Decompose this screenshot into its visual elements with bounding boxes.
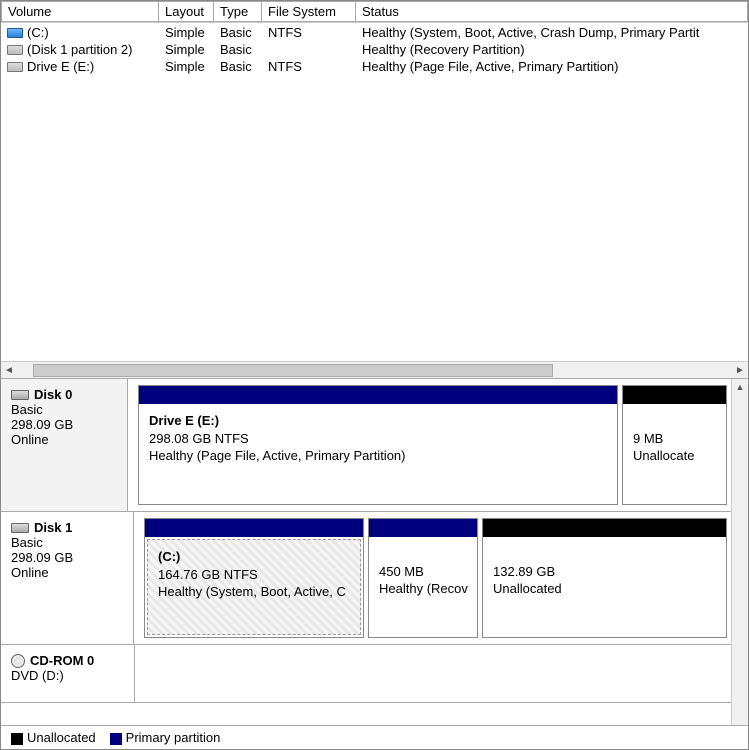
disk-row: Disk 1Basic298.09 GBOnline (C:) 164.76 GB … (1, 512, 731, 645)
disk-row: Disk 0Basic298.09 GBOnline Drive E (E:) 29… (1, 379, 731, 512)
partition-status: Healthy (Recov (379, 581, 468, 596)
disk-label[interactable]: CD-ROM 0DVD (D:) (1, 645, 135, 702)
volume-fs (262, 42, 356, 57)
volume-type: Basic (214, 25, 262, 40)
disk-row: CD-ROM 0DVD (D:) (1, 645, 731, 703)
legend: Unallocated Primary partition (1, 725, 748, 749)
disk-label[interactable]: Disk 0Basic298.09 GBOnline (1, 379, 128, 511)
partition-bar (483, 519, 726, 537)
vertical-scrollbar[interactable]: ▲ (731, 379, 748, 725)
disk-size: 298.09 GB (11, 550, 123, 565)
disk-partitions (135, 645, 731, 702)
disk-graphical-view[interactable]: Disk 0Basic298.09 GBOnlineDrive E (E:)29… (1, 379, 731, 725)
partition-block[interactable]: (C:) 164.76 GB NTFS Healthy (System, Boot,… (144, 518, 364, 638)
disk-name: Disk 0 (34, 387, 72, 402)
col-type[interactable]: Type (214, 1, 262, 22)
partition-block[interactable]: 450 MB Healthy (Recov (368, 518, 478, 638)
volume-row[interactable]: Drive E (E:) SimpleBasicNTFSHealthy (Page… (1, 58, 748, 75)
partition-bar (623, 386, 726, 404)
disk-name: CD-ROM 0 (30, 653, 94, 668)
swatch-unallocated (11, 733, 23, 745)
partition-icon (7, 45, 23, 55)
legend-unallocated: Unallocated (11, 730, 96, 745)
volume-row[interactable]: (Disk 1 partition 2) SimpleBasic Healthy (… (1, 41, 748, 58)
col-status[interactable]: Status (356, 1, 748, 22)
col-layout[interactable]: Layout (159, 1, 214, 22)
volume-layout: Simple (159, 42, 214, 57)
volume-type: Basic (214, 42, 262, 57)
partition-bar (369, 519, 477, 537)
swatch-primary (110, 733, 122, 745)
disk-partitions: (C:) 164.76 GB NTFS Healthy (System, Boot,… (134, 512, 731, 644)
partition-icon (7, 62, 23, 72)
partition-bar (145, 519, 363, 537)
volume-fs: NTFS (262, 59, 356, 74)
partition-block[interactable]: 132.89 GB Unallocated (482, 518, 727, 638)
col-filesystem[interactable]: File System (262, 1, 356, 22)
disk-size: 298.09 GB (11, 417, 117, 432)
partition-size: 450 MB (379, 564, 424, 579)
volume-layout: Simple (159, 59, 214, 74)
disk-type: Basic (11, 402, 117, 417)
partition-size: 132.89 GB (493, 564, 555, 579)
volume-list-header: Volume Layout Type File System Status (1, 1, 748, 23)
scroll-right-icon[interactable]: ► (732, 365, 748, 376)
partition-bar (139, 386, 617, 404)
disk-label[interactable]: Disk 1Basic298.09 GBOnline (1, 512, 134, 644)
volume-status: Healthy (Page File, Active, Primary Part… (356, 59, 748, 74)
col-volume[interactable]: Volume (1, 1, 159, 22)
partition-title: Drive E (E:) (149, 413, 219, 428)
volume-layout: Simple (159, 25, 214, 40)
partition-block[interactable]: 9 MB Unallocate (622, 385, 727, 505)
disk-partitions: Drive E (E:) 298.08 GB NTFS Healthy (Page … (128, 379, 731, 511)
legend-primary: Primary partition (110, 730, 221, 745)
scroll-up-icon[interactable]: ▲ (736, 379, 745, 395)
volume-fs: NTFS (262, 25, 356, 40)
partition-status: Healthy (Page File, Active, Primary Part… (149, 448, 405, 463)
scrollbar-thumb[interactable] (33, 364, 553, 377)
disk-type: DVD (D:) (11, 668, 124, 683)
scroll-left-icon[interactable]: ◄ (1, 365, 17, 376)
disk-icon (11, 390, 29, 400)
volume-name: (Disk 1 partition 2) (27, 42, 132, 57)
volume-name: Drive E (E:) (27, 59, 94, 74)
volume-type: Basic (214, 59, 262, 74)
volume-row[interactable]: (C:) SimpleBasicNTFSHealthy (System, Boot… (1, 24, 748, 41)
drive-icon (7, 28, 23, 38)
volume-status: Healthy (Recovery Partition) (356, 42, 748, 57)
disk-state: Online (11, 565, 123, 580)
partition-status: Unallocate (633, 448, 694, 463)
partition-title: (C:) (158, 549, 180, 564)
partition-size: 9 MB (633, 431, 663, 446)
cd-icon (11, 654, 25, 668)
partition-block[interactable]: Drive E (E:) 298.08 GB NTFS Healthy (Page … (138, 385, 618, 505)
disk-state: Online (11, 432, 117, 447)
horizontal-scrollbar[interactable]: ◄ ► (1, 361, 748, 378)
volume-list[interactable]: (C:)SimpleBasicNTFSHealthy (System, Boot… (1, 23, 748, 361)
disk-type: Basic (11, 535, 123, 550)
disk-icon (11, 523, 29, 533)
partition-status: Healthy (System, Boot, Active, C (158, 584, 346, 599)
volume-name: (C:) (27, 25, 49, 40)
partition-size: 164.76 GB NTFS (158, 567, 258, 582)
partition-status: Unallocated (493, 581, 562, 596)
volume-status: Healthy (System, Boot, Active, Crash Dum… (356, 25, 748, 40)
disk-name: Disk 1 (34, 520, 72, 535)
partition-size: 298.08 GB NTFS (149, 431, 249, 446)
